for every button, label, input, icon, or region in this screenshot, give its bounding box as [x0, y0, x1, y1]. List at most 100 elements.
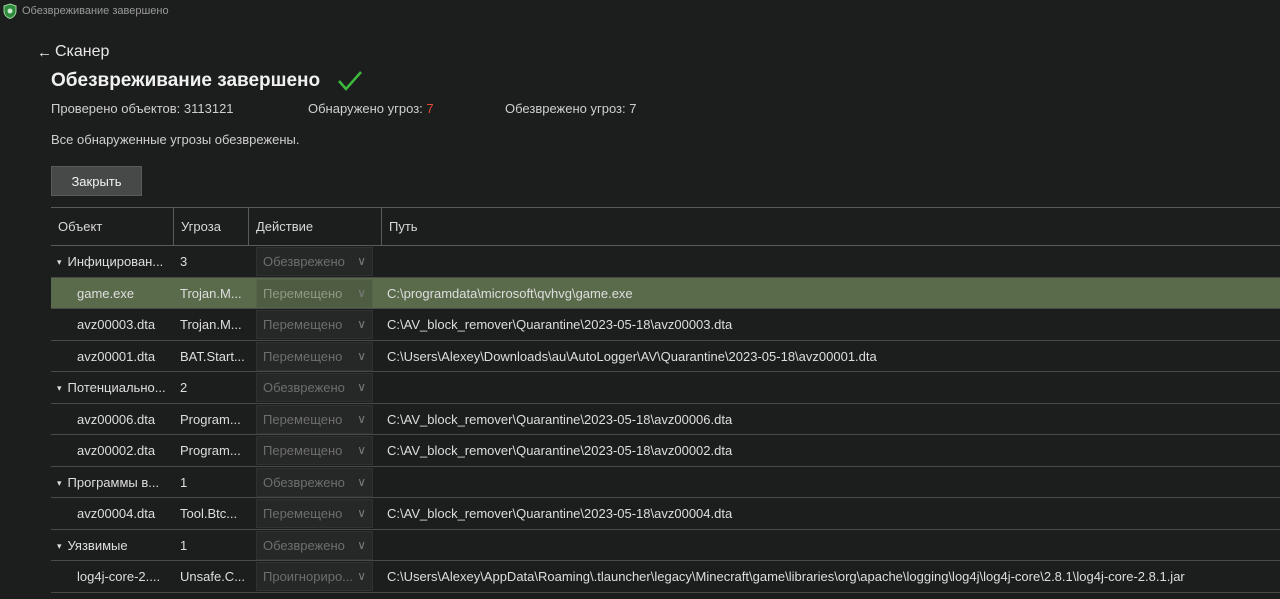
threat-name: Trojan.M... [180, 285, 242, 301]
action-dropdown[interactable]: Обезврежено ∨ [256, 467, 373, 497]
action-dropdown[interactable]: Перемещено ∨ [256, 310, 373, 339]
table-row[interactable]: avz00002.dta Program... Перемещено ∨ C:\AV_b… [51, 435, 1280, 467]
group-label: Потенциально... [67, 380, 166, 395]
action-dropdown[interactable]: Перемещено ∨ [256, 404, 373, 434]
scanned-label: Проверено объектов: [51, 101, 181, 116]
table-row[interactable]: game.exe Trojan.M... Перемещено ∨ C:\program… [51, 277, 1280, 309]
group-count: 2 [180, 380, 188, 395]
table-group-row[interactable]: ▾ Программы в... 1 Обезврежено ∨ [51, 467, 1280, 498]
chevron-down-icon: ∨ [357, 569, 366, 583]
page-title: Обезвреживание завершено [51, 70, 363, 92]
back-label: Сканер [55, 43, 110, 60]
object-name: avz00006.dta [77, 411, 156, 427]
detected-value: 7 [426, 101, 434, 116]
action-dropdown[interactable]: Перемещено ∨ [256, 499, 373, 528]
scanned-value: 3113121 [183, 101, 234, 116]
object-name: game.exe [77, 285, 135, 301]
detected-stat: Обнаружено угроз: 7 [308, 101, 434, 116]
file-path [387, 372, 1280, 403]
table-group-row[interactable]: ▾ Уязвимые 1 Обезврежено ∨ [51, 530, 1280, 561]
column-header-action[interactable]: Действие [248, 208, 381, 246]
chevron-down-icon: ∨ [357, 285, 366, 300]
group-name: ▾ Инфицирован... [51, 246, 173, 277]
action-dropdown[interactable]: Обезврежено ∨ [256, 247, 373, 276]
close-button[interactable]: Закрыть [51, 166, 142, 196]
threat-name: Program... [180, 411, 241, 427]
chevron-down-icon: ∨ [357, 443, 366, 457]
object-name: avz00001.dta [77, 348, 156, 364]
action-value: Проигнориро... [263, 569, 354, 584]
table-row[interactable]: avz00003.dta Trojan.M... Перемещено ∨ C:\AV_… [51, 309, 1280, 341]
page-title-text: Обезвреживание завершено [51, 70, 321, 91]
action-value: Обезврежено [263, 537, 345, 553]
table-header: Объект Угроза Действие Путь [51, 207, 1280, 246]
action-value: Перемещено [263, 443, 343, 458]
threat-name: Unsafe.C... [180, 569, 246, 584]
action-value: Перемещено [263, 285, 343, 301]
scan-stats: Проверено объектов: 3113121 Обнаружено у… [0, 101, 1280, 117]
table-body: ▾ Инфицирован... 3 Обезврежено ∨ game.exe Troj… [51, 246, 1280, 593]
column-header-threat[interactable]: Угроза [173, 208, 248, 246]
title-bar: Обезвреживание завершено [0, 0, 1280, 22]
group-count: 1 [180, 474, 188, 490]
arrow-left-icon: ← [37, 43, 52, 61]
table-row[interactable]: avz00006.dta Program... Перемещено ∨ C:\AV_b… [51, 404, 1280, 435]
column-header-object[interactable]: Объект [51, 208, 173, 246]
object-name: avz00004.dta [77, 506, 156, 521]
file-path: C:\AV_block_remover\Quarantine\2023-05-1… [387, 411, 733, 427]
threat-name: Program... [180, 443, 241, 458]
group-label: Уязвимые [67, 537, 128, 553]
file-path: C:\programdata\microsoft\qvhvg\game.exe [387, 285, 633, 301]
detected-label: Обнаружено угроз: [308, 101, 423, 116]
object-name: avz00002.dta [77, 443, 156, 458]
column-header-path[interactable]: Путь [381, 208, 1280, 246]
group-count: 1 [180, 537, 188, 553]
group-label: Инфицирован... [67, 254, 164, 269]
table-row[interactable]: avz00001.dta BAT.Start... Перемещено ∨ C:\Us… [51, 341, 1280, 372]
group-name: ▾ Потенциально... [51, 372, 173, 403]
action-dropdown[interactable]: Перемещено ∨ [256, 278, 373, 308]
neutralized-value: 7 [629, 101, 637, 116]
chevron-down-icon: ∨ [357, 411, 366, 426]
file-path [387, 467, 1280, 498]
expand-triangle-icon[interactable]: ▾ [57, 478, 62, 488]
action-value: Перемещено [263, 348, 343, 364]
action-value: Перемещено [263, 506, 343, 521]
table-row[interactable]: avz00004.dta Tool.Btc... Перемещено ∨ C:\AV_… [51, 498, 1280, 530]
table-row[interactable]: log4j-core-2.... Unsafe.C... Проигнориро..… [51, 561, 1280, 593]
group-name: ▾ Уязвимые [51, 530, 173, 561]
action-dropdown[interactable]: Обезврежено ∨ [256, 373, 373, 402]
neutralized-label: Обезврежено угроз: [505, 101, 626, 116]
action-value: Перемещено [263, 411, 343, 427]
expand-triangle-icon[interactable]: ▾ [57, 383, 62, 393]
window-title: Обезвреживание завершено [22, 5, 169, 17]
object-name: avz00003.dta [77, 317, 156, 332]
action-value: Обезврежено [263, 380, 345, 395]
expand-triangle-icon[interactable]: ▾ [57, 257, 62, 267]
threat-name: Tool.Btc... [180, 506, 238, 521]
table-group-row[interactable]: ▾ Инфицирован... 3 Обезврежено ∨ [51, 246, 1280, 278]
chevron-down-icon: ∨ [357, 506, 366, 520]
action-dropdown[interactable]: Перемещено ∨ [256, 341, 373, 371]
expand-triangle-icon[interactable]: ▾ [57, 541, 62, 551]
scanned-stat: Проверено объектов: 3113121 [51, 101, 234, 116]
chevron-down-icon: ∨ [357, 380, 366, 394]
action-value: Обезврежено [263, 254, 345, 269]
action-dropdown[interactable]: Перемещено ∨ [256, 436, 373, 465]
checkmark-icon [338, 71, 363, 91]
group-label: Программы в... [67, 474, 160, 490]
action-value: Перемещено [263, 317, 343, 332]
chevron-down-icon: ∨ [357, 537, 366, 552]
action-dropdown[interactable]: Обезврежено ∨ [256, 530, 373, 560]
action-dropdown[interactable]: Проигнориро... ∨ [256, 562, 373, 591]
back-to-scanner-link[interactable]: ← Сканер [37, 43, 109, 61]
neutralized-stat: Обезврежено угроз: 7 [505, 101, 636, 116]
file-path: C:\AV_block_remover\Quarantine\2023-05-1… [387, 506, 733, 521]
table-group-row[interactable]: ▾ Потенциально... 2 Обезврежено ∨ [51, 372, 1280, 404]
file-path [387, 246, 1280, 277]
chevron-down-icon: ∨ [357, 348, 366, 363]
file-path [387, 530, 1280, 561]
file-path: C:\AV_block_remover\Quarantine\2023-05-1… [387, 317, 733, 332]
file-path: C:\Users\Alexey\AppData\Roaming\.tlaunch… [387, 569, 1185, 584]
action-value: Обезврежено [263, 474, 345, 490]
